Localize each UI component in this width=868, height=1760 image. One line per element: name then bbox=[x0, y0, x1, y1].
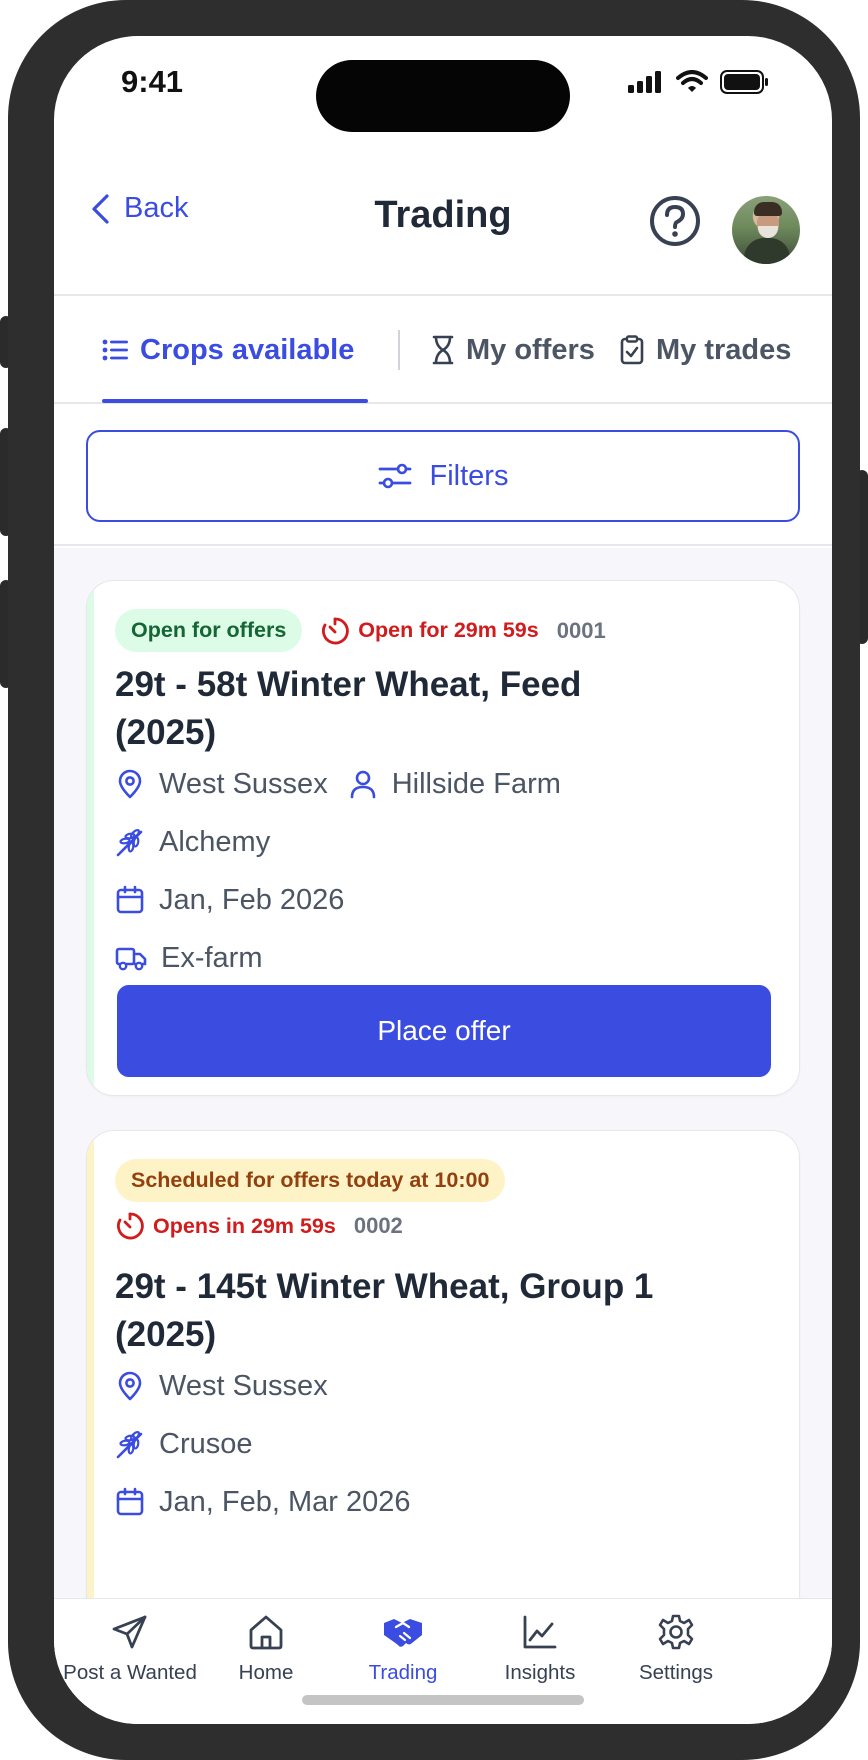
variety-text: Crusoe bbox=[159, 1427, 253, 1460]
battery-icon bbox=[720, 70, 768, 94]
line-chart-icon bbox=[523, 1615, 557, 1649]
listing-title: 29t - 145t Winter Wheat, Group 1 (2025) bbox=[115, 1267, 654, 1354]
question-circle-icon bbox=[650, 196, 700, 246]
wifi-icon bbox=[676, 70, 708, 92]
delivery-row: Ex-farm bbox=[115, 929, 561, 987]
status-badge: Open for offers bbox=[115, 609, 303, 652]
wheat-icon bbox=[116, 828, 143, 857]
user-icon bbox=[350, 770, 376, 799]
truck-icon bbox=[115, 947, 147, 971]
timer-icon bbox=[117, 1212, 144, 1240]
filters-button[interactable]: Filters bbox=[86, 430, 800, 522]
nav-insights[interactable]: Insights bbox=[462, 1613, 618, 1685]
handshake-icon bbox=[384, 1619, 422, 1647]
listings-list[interactable]: Open for offers Open for 29m 59s 0001 29… bbox=[54, 548, 832, 1598]
countdown-timer: Opens in 29m 59s bbox=[115, 1211, 336, 1241]
nav-trading[interactable]: Trading bbox=[325, 1613, 481, 1685]
variety-row: Alchemy bbox=[115, 813, 561, 871]
dates-row: Jan, Feb, Mar 2026 bbox=[115, 1473, 410, 1531]
tab-crops-available[interactable]: Crops available bbox=[102, 298, 354, 402]
gear-icon bbox=[658, 1614, 694, 1650]
map-pin-icon bbox=[118, 769, 142, 799]
variety-row: Crusoe bbox=[115, 1415, 410, 1473]
status-badge: Scheduled for offers today at 10:00 bbox=[115, 1159, 506, 1202]
tab-my-trades[interactable]: My trades bbox=[620, 298, 791, 402]
timer-text: Opens in 29m 59s bbox=[153, 1213, 336, 1238]
cellular-signal-icon bbox=[628, 71, 661, 93]
tab-label: My offers bbox=[466, 333, 595, 366]
location-text: West Sussex bbox=[159, 1369, 328, 1402]
tab-my-offers[interactable]: My offers bbox=[432, 298, 595, 402]
nav-home[interactable]: Home bbox=[188, 1613, 344, 1685]
active-tab-indicator bbox=[102, 399, 368, 403]
listing-card: Open for offers Open for 29m 59s 0001 29… bbox=[86, 580, 800, 1096]
timer-icon bbox=[322, 617, 350, 644]
nav-label: Settings bbox=[638, 1661, 714, 1684]
listing-reference: 0002 bbox=[353, 1213, 403, 1238]
home-indicator bbox=[302, 1695, 584, 1705]
hourglass-icon bbox=[432, 335, 454, 365]
nav-label: Home bbox=[238, 1661, 294, 1684]
status-accent-bar bbox=[87, 1131, 94, 1598]
wheat-icon bbox=[116, 1430, 143, 1459]
home-icon bbox=[249, 1615, 283, 1650]
bottom-navigation: Post a Wanted Home Trading Insights Sett… bbox=[54, 1598, 832, 1724]
status-time: 9:41 bbox=[121, 64, 184, 99]
map-pin-icon bbox=[118, 1371, 142, 1401]
clipboard-check-icon bbox=[620, 335, 644, 365]
page-title: Trading bbox=[374, 194, 512, 236]
dates-row: Jan, Feb 2026 bbox=[115, 871, 561, 929]
send-icon bbox=[112, 1615, 147, 1649]
listing-card: Scheduled for offers today at 10:00 Open… bbox=[86, 1130, 800, 1598]
trading-tabs: Crops available My offers My trades bbox=[54, 298, 832, 404]
dynamic-island bbox=[316, 60, 570, 132]
device-frame: 9:41 Back Trading Crops available My off… bbox=[8, 0, 860, 1760]
location-row: West Sussex bbox=[115, 1357, 410, 1415]
calendar-icon bbox=[116, 1487, 144, 1516]
tab-label: Crops available bbox=[140, 333, 355, 366]
filter-bar: Filters bbox=[54, 404, 832, 546]
tab-label: My trades bbox=[656, 333, 792, 366]
tab-divider bbox=[398, 330, 400, 370]
delivery-text: Ex-farm bbox=[161, 941, 263, 974]
nav-label: Insights bbox=[504, 1661, 576, 1684]
nav-label: Trading bbox=[368, 1661, 438, 1684]
nav-post-a-wanted[interactable]: Post a Wanted bbox=[54, 1613, 208, 1685]
list-icon bbox=[102, 339, 128, 361]
app-header: Back Trading bbox=[54, 156, 832, 296]
location-text: West Sussex bbox=[159, 767, 328, 800]
filters-label: Filters bbox=[429, 459, 509, 492]
help-button[interactable] bbox=[648, 194, 702, 253]
sliders-icon bbox=[378, 463, 411, 489]
variety-text: Alchemy bbox=[159, 825, 271, 858]
listing-title: 29t - 58t Winter Wheat, Feed (2025) bbox=[115, 665, 582, 752]
status-accent-bar bbox=[87, 581, 94, 1095]
nav-settings[interactable]: Settings bbox=[598, 1613, 754, 1685]
nav-label: Post a Wanted bbox=[63, 1661, 197, 1684]
dates-text: Jan, Feb, Mar 2026 bbox=[159, 1485, 411, 1518]
phone-screen: 9:41 Back Trading Crops available My off… bbox=[54, 36, 832, 1724]
farm-text: Hillside Farm bbox=[391, 767, 561, 800]
calendar-icon bbox=[116, 885, 144, 914]
user-avatar[interactable] bbox=[732, 196, 800, 264]
listing-reference: 0001 bbox=[556, 617, 606, 643]
place-offer-button[interactable]: Place offer bbox=[117, 985, 771, 1077]
timer-text: Open for 29m 59s bbox=[358, 618, 539, 642]
countdown-timer: Open for 29m 59s bbox=[320, 616, 539, 646]
status-icons bbox=[628, 70, 770, 94]
dates-text: Jan, Feb 2026 bbox=[159, 883, 345, 916]
location-row: West Sussex Hillside Farm bbox=[115, 755, 561, 813]
